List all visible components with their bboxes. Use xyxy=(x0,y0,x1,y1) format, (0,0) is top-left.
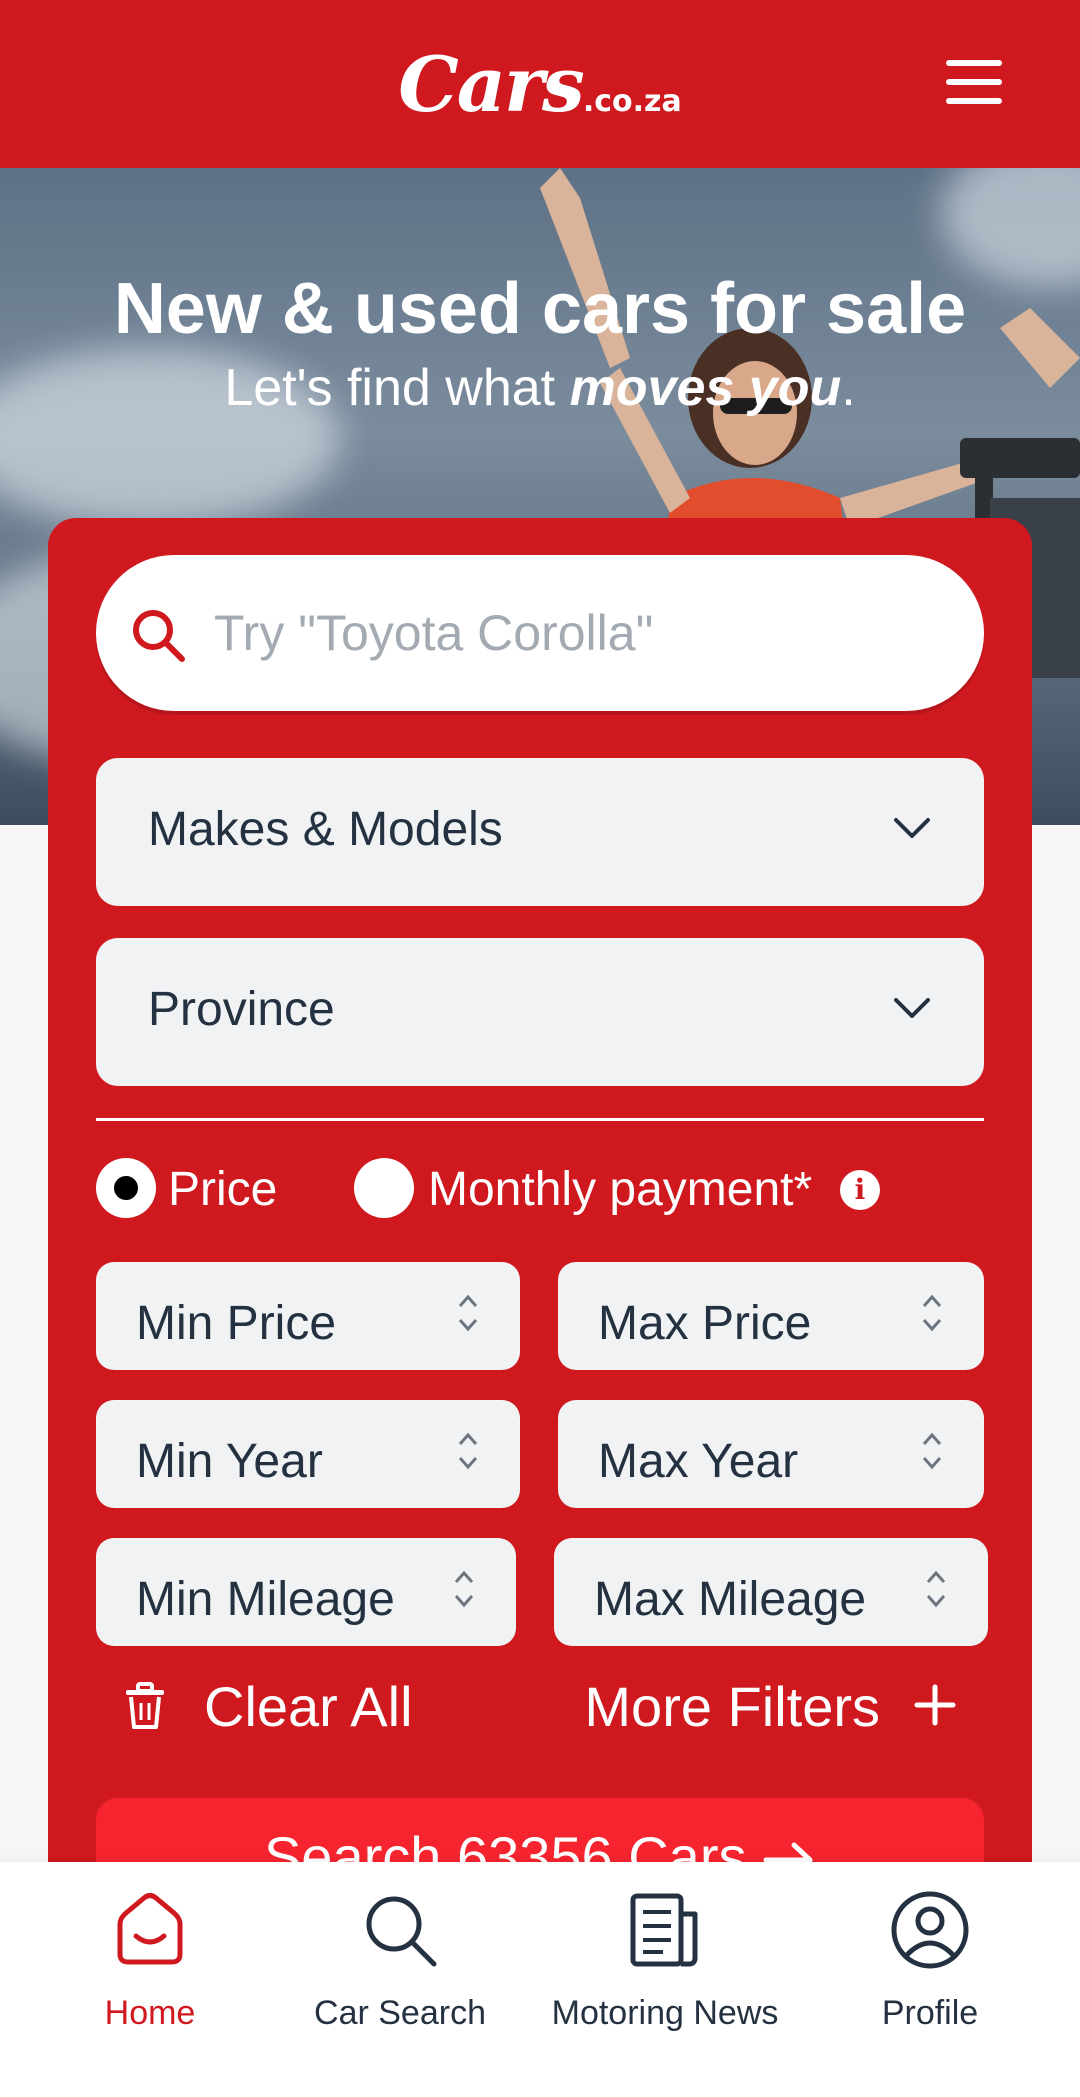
nav-item-profile[interactable]: Profile xyxy=(860,1888,1000,2068)
max-price-select[interactable]: Max Price xyxy=(558,1262,984,1370)
sort-arrows-icon xyxy=(458,1432,478,1470)
max-price-label: Max Price xyxy=(598,1297,812,1350)
province-label: Province xyxy=(148,983,335,1036)
sort-arrows-icon xyxy=(454,1570,474,1608)
max-year-select[interactable]: Max Year xyxy=(558,1400,984,1508)
search-icon xyxy=(133,610,185,662)
price-mode-radio-group: Price Monthly payment* i xyxy=(96,1158,984,1230)
nav-item-motoring-news[interactable]: Motoring News xyxy=(540,1888,790,2068)
nav-label-profile: Profile xyxy=(881,1994,979,2032)
nav-label-home: Home xyxy=(104,1994,196,2032)
nav-item-car-search[interactable]: Car Search xyxy=(300,1888,500,2068)
hamburger-menu-icon[interactable] xyxy=(946,60,1002,104)
min-price-select[interactable]: Min Price xyxy=(96,1262,520,1370)
bottom-navigation: Home Car Search Motoring News Profile xyxy=(0,1862,1080,2097)
max-mileage-label: Max Mileage xyxy=(594,1573,867,1626)
sort-arrows-icon xyxy=(926,1570,946,1608)
min-year-label: Min Year xyxy=(136,1435,323,1488)
makes-models-label: Makes & Models xyxy=(148,803,503,856)
min-price-label: Min Price xyxy=(136,1297,337,1350)
top-bar: Cars.co.za xyxy=(0,0,1080,168)
monthly-payment-radio-label[interactable]: Monthly payment* xyxy=(428,1162,812,1217)
min-mileage-select[interactable]: Min Mileage xyxy=(96,1538,516,1646)
nav-label-car-search: Car Search xyxy=(314,1994,486,2032)
divider xyxy=(96,1118,984,1121)
nav-item-home[interactable]: Home xyxy=(90,1888,210,2068)
plus-icon xyxy=(914,1684,956,1726)
more-filters-button[interactable]: More Filters xyxy=(556,1666,956,1746)
info-icon[interactable]: i xyxy=(840,1170,880,1210)
hero-subtitle: Let's find what moves you. xyxy=(224,359,856,417)
search-box[interactable] xyxy=(96,555,984,711)
chevron-down-icon xyxy=(894,818,930,838)
price-radio[interactable] xyxy=(96,1158,156,1218)
makes-models-dropdown[interactable]: Makes & Models xyxy=(96,758,984,906)
search-card: Makes & Models Province Price Monthly pa… xyxy=(48,518,1032,1928)
province-dropdown[interactable]: Province xyxy=(96,938,984,1086)
newspaper-icon xyxy=(630,1893,698,1967)
search-icon xyxy=(366,1896,437,1967)
sort-arrows-icon xyxy=(458,1294,478,1332)
user-icon xyxy=(891,1891,969,1969)
min-year-select[interactable]: Min Year xyxy=(96,1400,520,1508)
logo-main-text: Cars xyxy=(398,40,585,129)
home-icon xyxy=(117,1893,183,1965)
price-radio-label[interactable]: Price xyxy=(168,1162,277,1217)
sort-arrows-icon xyxy=(922,1432,942,1470)
logo-domain-text: .co.za xyxy=(582,84,682,119)
site-logo[interactable]: Cars.co.za xyxy=(0,40,1080,129)
filter-actions: Clear All More Filters xyxy=(96,1666,984,1746)
nav-label-motoring-news: Motoring News xyxy=(551,1994,779,2032)
search-input[interactable] xyxy=(214,585,954,681)
trash-icon xyxy=(126,1682,164,1729)
clear-all-label: Clear All xyxy=(204,1675,413,1738)
chevron-down-icon xyxy=(894,998,930,1018)
monthly-payment-radio[interactable] xyxy=(354,1158,414,1218)
max-year-label: Max Year xyxy=(598,1435,799,1488)
sort-arrows-icon xyxy=(922,1294,942,1332)
min-mileage-label: Min Mileage xyxy=(136,1573,395,1626)
max-mileage-select[interactable]: Max Mileage xyxy=(554,1538,988,1646)
more-filters-label: More Filters xyxy=(584,1675,880,1738)
hero-title: New & used cars for sale xyxy=(113,269,967,349)
